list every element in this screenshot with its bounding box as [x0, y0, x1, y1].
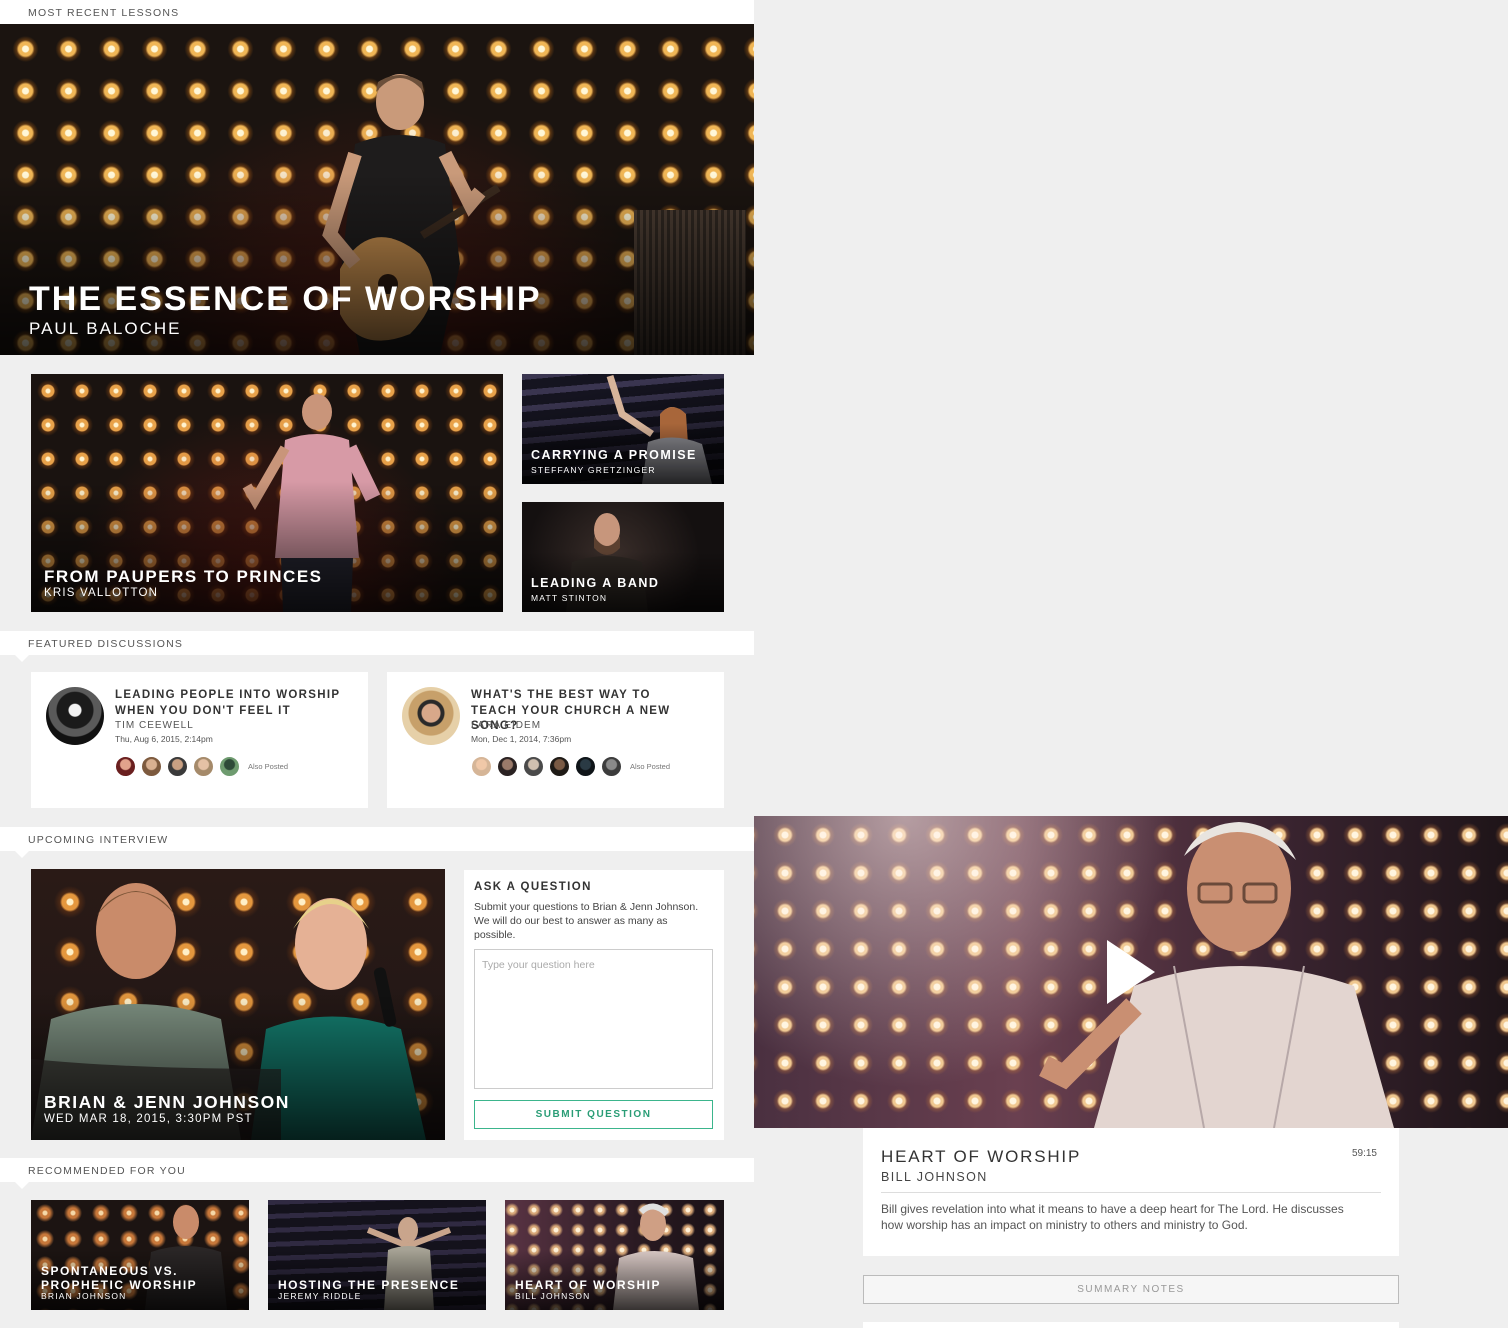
hero-lesson-card[interactable]: The Essence of Worship Paul Baloche [0, 24, 754, 355]
participant-avatar [549, 756, 570, 777]
participant-avatar [523, 756, 544, 777]
participant-avatar [115, 756, 136, 777]
also-posted-label: Also Posted [630, 762, 671, 771]
lesson-card-carrying-promise[interactable]: Carrying a Promise Steffany Gretzinger [522, 374, 724, 484]
participant-avatar [601, 756, 622, 777]
video-duration: 59:15 [1351, 1148, 1377, 1159]
video-detail-card: Heart of Worship Bill Johnson 59:15 Bill… [863, 1128, 1399, 1256]
video-player[interactable] [754, 816, 1508, 1128]
discussion-author: Tim Ceewell [115, 720, 194, 731]
section-notch [15, 1182, 29, 1189]
section-title: Recommended For You [28, 1165, 186, 1177]
summary-notes-button[interactable]: Summary Notes [863, 1275, 1399, 1304]
participant-avatar [497, 756, 518, 777]
participant-avatar [167, 756, 188, 777]
section-header-featured: Featured Discussions [0, 631, 754, 662]
lesson-speaker: Kris Vallotton [44, 587, 159, 599]
lesson-card-paupers[interactable]: From Paupers to Princes Kris Vallotton [31, 374, 503, 612]
interview-card[interactable]: Brian & Jenn Johnson Wed Mar 18, 2015, 3… [31, 869, 445, 1140]
section-notch [15, 851, 29, 858]
interview-title: Brian & Jenn Johnson [44, 1092, 290, 1112]
recommended-title: Hosting the Presence [278, 1278, 460, 1292]
video-title: Heart of Worship [881, 1147, 1082, 1166]
hero-title: The Essence of Worship [29, 280, 542, 318]
discussion-author: Lara Eidem [471, 720, 542, 731]
recommended-card[interactable]: Heart of Worship Bill Johnson [505, 1200, 724, 1310]
recommended-card[interactable]: Hosting the Presence Jeremy Riddle [268, 1200, 486, 1310]
section-title: Featured Discussions [28, 638, 184, 650]
lesson-card-leading-band[interactable]: Leading a Band Matt Stinton [522, 502, 724, 612]
section-header-upcoming: Upcoming Interview [0, 827, 754, 858]
discussion-title: Leading People Into Worship When You Don… [115, 689, 341, 717]
interview-date: Wed Mar 18, 2015, 3:30PM PST [44, 1113, 253, 1125]
play-icon[interactable] [1107, 940, 1155, 1004]
lesson-title: Leading a Band [531, 576, 660, 590]
section-header-recommended: Recommended For You [0, 1158, 754, 1189]
participant-avatar [471, 756, 492, 777]
video-speaker: Bill Johnson [881, 1170, 988, 1184]
ask-heading: Ask a Question [474, 881, 592, 893]
hero-speaker: Paul Baloche [29, 319, 182, 338]
section-title: Most Recent Lessons [28, 7, 180, 19]
bill-johnson-figure [1039, 822, 1394, 1128]
lesson-speaker: Matt Stinton [531, 593, 608, 603]
discussion-card[interactable]: What's the Best Way to Teach Your Church… [387, 672, 724, 808]
discussion-date: Thu, Aug 6, 2015, 2:14pm [115, 734, 213, 744]
ask-description: Submit your questions to Brian & Jenn Jo… [474, 901, 699, 941]
summary-panel-edge [863, 1322, 1399, 1328]
participant-avatar [141, 756, 162, 777]
also-posted-label: Also Posted [248, 762, 289, 771]
recommended-card[interactable]: Spontaneous vs. Prophetic Worship Brian … [31, 1200, 249, 1310]
lesson-title: From Paupers to Princes [44, 567, 323, 586]
submit-question-button[interactable]: Submit Question [474, 1100, 713, 1129]
author-avatar [46, 687, 104, 745]
ask-question-card: Ask a Question Submit your questions to … [464, 870, 724, 1140]
recommended-speaker: Brian Johnson [41, 1291, 127, 1301]
divider [881, 1192, 1381, 1193]
recommended-speaker: Jeremy Riddle [278, 1291, 362, 1301]
participant-avatar [575, 756, 596, 777]
lesson-speaker: Steffany Gretzinger [531, 465, 656, 475]
lesson-title: Carrying a Promise [531, 448, 697, 462]
video-description: Bill gives revelation into what it means… [881, 1202, 1344, 1232]
recommended-title: Spontaneous vs. Prophetic Worship [41, 1264, 198, 1292]
section-header-recent: Most Recent Lessons [0, 0, 754, 31]
question-input[interactable] [474, 949, 713, 1089]
participant-avatar [193, 756, 214, 777]
section-title: Upcoming Interview [28, 834, 169, 846]
recommended-speaker: Bill Johnson [515, 1291, 591, 1301]
discussion-date: Mon, Dec 1, 2014, 7:36pm [471, 734, 572, 744]
recommended-title: Heart of Worship [515, 1278, 661, 1292]
author-avatar [402, 687, 460, 745]
discussion-card[interactable]: Leading People Into Worship When You Don… [31, 672, 368, 808]
section-notch [15, 655, 29, 662]
participant-avatar [219, 756, 240, 777]
